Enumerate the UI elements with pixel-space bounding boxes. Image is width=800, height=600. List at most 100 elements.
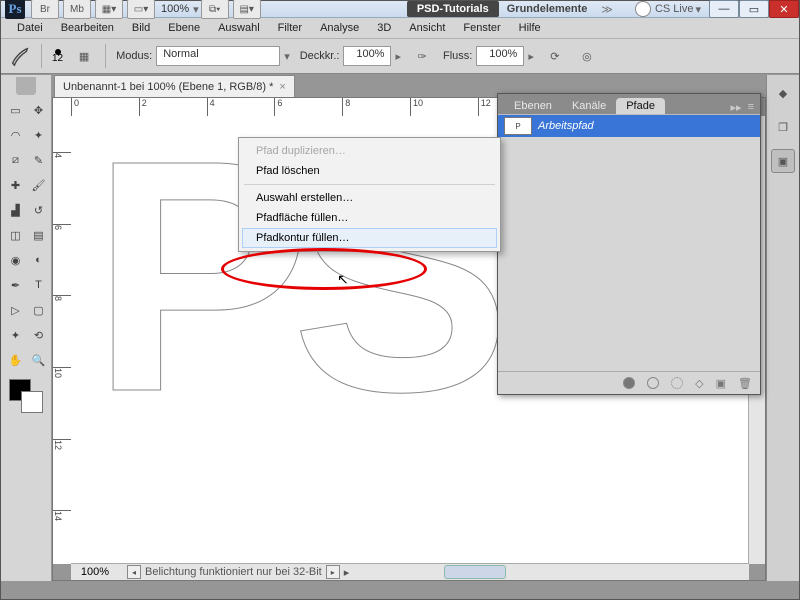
new-path-from-selection-icon[interactable]: ◇: [695, 377, 703, 390]
menu-auswahl[interactable]: Auswahl: [210, 20, 268, 36]
marquee-tool-icon[interactable]: ▭: [5, 99, 27, 121]
layers-panel-icon[interactable]: ❐: [771, 115, 795, 139]
swatches-panel-icon[interactable]: ◆: [771, 81, 795, 105]
type-tool-icon[interactable]: T: [28, 274, 50, 296]
path-row[interactable]: P Arbeitspfad: [498, 115, 760, 137]
deckkr-input[interactable]: 100%: [343, 46, 391, 66]
close-button[interactable]: ✕: [769, 0, 799, 18]
menu-fenster[interactable]: Fenster: [455, 20, 508, 36]
heal-tool-icon[interactable]: ✚: [5, 174, 27, 196]
menu-datei[interactable]: Datei: [9, 20, 51, 36]
brush-tool-icon[interactable]: [9, 45, 31, 67]
toolbox: ▭ ✥ ◠ ✦ ⧄ ✎ ✚ 🖌 ▟ ↺ ◫ ▤ ◉ ◐ ✒ T ▷ ▢ ✦ ⟲: [1, 75, 52, 581]
ruler-origin[interactable]: [53, 98, 72, 117]
eyedropper-tool-icon[interactable]: ✎: [28, 149, 50, 171]
zoom-tool-icon[interactable]: ▤▾: [233, 0, 261, 19]
hand-tool-icon[interactable]: ⧉▾: [201, 0, 229, 19]
panel-collapse-icon[interactable]: ▸▸: [731, 101, 742, 114]
tab-kanaele[interactable]: Kanäle: [562, 98, 616, 114]
modus-label: Modus:: [116, 50, 152, 62]
modus-select[interactable]: Normal: [156, 46, 280, 66]
zoom-field[interactable]: 100%: [71, 566, 119, 578]
screen-mode-icon[interactable]: ▭▾: [127, 0, 155, 19]
menu-ebene[interactable]: Ebene: [160, 20, 208, 36]
panel-menu-icon[interactable]: ≡: [748, 101, 754, 114]
path-thumbnail-icon: P: [504, 117, 532, 135]
dodge-tool-icon[interactable]: ◐: [28, 249, 50, 271]
ruler-vertical[interactable]: 4 6 8 10 12 14: [53, 116, 72, 564]
minibridge-button[interactable]: Mb: [63, 0, 91, 19]
move-tool-icon[interactable]: ✥: [28, 99, 50, 121]
brush-preset[interactable]: 12: [52, 49, 63, 64]
close-tab-icon[interactable]: ×: [279, 81, 285, 93]
tablet-size-icon[interactable]: ◎: [576, 45, 598, 67]
color-swatches[interactable]: [9, 379, 43, 413]
options-bar: 12 ▦ Modus: Normal▾ Deckkr.: 100%▸ ✑ Flu…: [1, 39, 799, 74]
blur-tool-icon[interactable]: ◉: [5, 249, 27, 271]
zoom-tool-icon[interactable]: 🔍: [28, 349, 50, 371]
document-tab-label: Unbenannt-1 bei 100% (Ebene 1, RGB/8) *: [63, 81, 273, 93]
fluss-input[interactable]: 100%: [476, 46, 524, 66]
crop-tool-icon[interactable]: ⧄: [5, 149, 27, 171]
menubar: Datei Bearbeiten Bild Ebene Auswahl Filt…: [1, 18, 799, 39]
deckkr-label: Deckkr.:: [300, 50, 340, 62]
eraser-tool-icon[interactable]: ◫: [5, 224, 27, 246]
scrollbar-thumb[interactable]: [444, 565, 506, 579]
titlebar: Ps Br Mb ▦▾ ▭▾ 100%▾ ⧉▾ ▤▾ PSD-Tutorials…: [1, 1, 799, 18]
fill-path-icon[interactable]: [623, 377, 635, 389]
brush-tool-icon[interactable]: 🖌: [28, 174, 50, 196]
background-swatch[interactable]: [21, 391, 43, 413]
ctx-duplicate-path: Pfad duplizieren…: [242, 141, 497, 161]
stroke-path-icon[interactable]: [647, 377, 659, 389]
ctx-make-selection[interactable]: Auswahl erstellen…: [242, 188, 497, 208]
new-path-icon[interactable]: ▣: [716, 377, 726, 390]
statusbar: 100% ◂ Belichtung funktioniert nur bei 3…: [71, 563, 749, 580]
tablet-opacity-icon[interactable]: ✑: [411, 45, 433, 67]
hand-tool-icon[interactable]: ✋: [5, 349, 27, 371]
ctx-delete-path[interactable]: Pfad löschen: [242, 161, 497, 181]
paths-panel-icon[interactable]: ▣: [771, 149, 795, 173]
cslive-label[interactable]: CS Live: [655, 3, 694, 15]
arrange-documents-icon[interactable]: ▦▾: [95, 0, 123, 19]
shape-tool-icon[interactable]: ▢: [28, 299, 50, 321]
airbrush-icon[interactable]: ⟳: [544, 45, 566, 67]
menu-hilfe[interactable]: Hilfe: [511, 20, 549, 36]
tab-pfade[interactable]: Pfade: [616, 98, 665, 114]
path-name: Arbeitspfad: [538, 120, 594, 132]
maximize-button[interactable]: ▭: [739, 0, 769, 18]
minimize-button[interactable]: —: [709, 0, 739, 18]
menu-bearbeiten[interactable]: Bearbeiten: [53, 20, 122, 36]
wand-tool-icon[interactable]: ✦: [28, 124, 50, 146]
3d-camera-icon[interactable]: ⟲: [28, 324, 50, 346]
brush-panel-icon[interactable]: ▦: [73, 45, 95, 67]
ctx-fill-path[interactable]: Pfadfläche füllen…: [242, 208, 497, 228]
history-brush-icon[interactable]: ↺: [28, 199, 50, 221]
lasso-tool-icon[interactable]: ◠: [5, 124, 27, 146]
status-message: Belichtung funktioniert nur bei 32-Bit: [145, 566, 322, 578]
menu-3d[interactable]: 3D: [369, 20, 399, 36]
menu-ansicht[interactable]: Ansicht: [401, 20, 453, 36]
status-prev-icon[interactable]: ◂: [127, 565, 141, 579]
document-tab[interactable]: Unbenannt-1 bei 100% (Ebene 1, RGB/8) * …: [54, 75, 295, 98]
project-label[interactable]: Grundelemente: [507, 3, 588, 15]
path-select-icon[interactable]: ▷: [5, 299, 27, 321]
3d-tool-icon[interactable]: ✦: [5, 324, 27, 346]
gradient-tool-icon[interactable]: ▤: [28, 224, 50, 246]
toolbox-grip[interactable]: [16, 77, 36, 95]
delete-path-icon[interactable]: 🗑: [738, 377, 752, 390]
stamp-tool-icon[interactable]: ▟: [5, 199, 27, 221]
ctx-stroke-path[interactable]: Pfadkontur füllen…: [242, 228, 497, 248]
menu-analyse[interactable]: Analyse: [312, 20, 367, 36]
titlebar-zoom[interactable]: 100%: [161, 3, 189, 15]
menu-filter[interactable]: Filter: [270, 20, 310, 36]
fluss-label: Fluss:: [443, 50, 472, 62]
tab-ebenen[interactable]: Ebenen: [504, 98, 562, 114]
chevron-right-icon[interactable]: ≫: [601, 3, 613, 16]
cslive-icon[interactable]: [635, 1, 651, 17]
pen-tool-icon[interactable]: ✒: [5, 274, 27, 296]
menu-bild[interactable]: Bild: [124, 20, 158, 36]
status-next-icon[interactable]: ▸: [326, 565, 340, 579]
path-to-selection-icon[interactable]: [671, 377, 683, 389]
bridge-button[interactable]: Br: [31, 0, 59, 19]
workspace-button[interactable]: PSD-Tutorials: [407, 1, 499, 17]
